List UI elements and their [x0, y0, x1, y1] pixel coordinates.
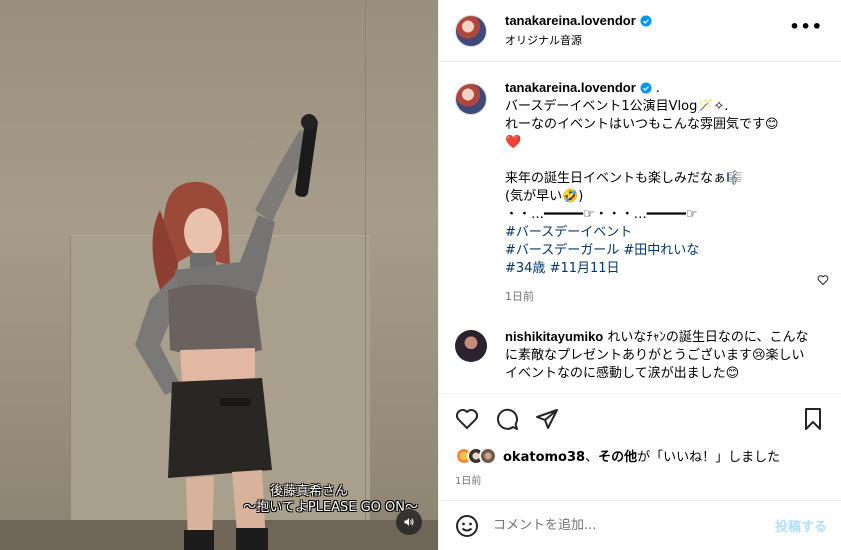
author-avatar[interactable] [455, 14, 487, 47]
comment-composer: 投稿する [439, 500, 841, 550]
caption-avatar[interactable] [455, 83, 487, 115]
caption-username-text[interactable]: tanakareina.lovendor [505, 79, 636, 97]
post-sidebar: tanakareina.lovendor オリジナル音源 ••• tanakar… [438, 0, 841, 550]
hashtag-link[interactable]: #バースデーイベント [505, 224, 779, 242]
verified-icon [640, 82, 652, 94]
subtitle-line-2: 〜抱いてよPLEASE GO ON〜 [243, 500, 418, 515]
liker-username[interactable]: okatomo38 [503, 450, 585, 465]
likes-others-link[interactable]: その他 [598, 450, 637, 465]
hashtag-link[interactable]: #バースデーガール #田中れいな [505, 242, 779, 260]
caption-row: tanakareina.lovendor . バースデーイベント1公演目Vlog… [455, 79, 825, 306]
action-bar: okatomo38、その他が「いいね！」しました 1日前 [439, 393, 841, 499]
caption-suffix: . [655, 81, 660, 96]
video-subtitle: 後藤真希さん 〜抱いてよPLEASE GO ON〜 [0, 484, 418, 516]
caption-time[interactable]: 1日前 [505, 288, 779, 306]
mute-button[interactable] [396, 509, 422, 535]
comment-like-icon[interactable] [817, 274, 829, 286]
performer-figure [135, 114, 318, 550]
more-options-button[interactable]: ••• [789, 19, 823, 35]
save-button[interactable] [801, 407, 825, 431]
caption-line [505, 152, 779, 170]
like-button[interactable] [455, 407, 479, 431]
author-username-text[interactable]: tanakareina.lovendor [505, 13, 636, 28]
mute-icon [404, 518, 414, 526]
author-username[interactable]: tanakareina.lovendor [505, 13, 652, 28]
caption-line: 来年の誕生日イベントも楽しみだなぁ🎼 [505, 171, 743, 186]
bookmark-icon [805, 408, 821, 430]
comment-row: nishikitayumiko れいなﾁｬﾝの誕生日なのに、こんなに素敵なプレゼ… [455, 328, 825, 383]
post-header: tanakareina.lovendor オリジナル音源 ••• [439, 0, 841, 62]
post-video[interactable]: 後藤真希さん 〜抱いてよPLEASE GO ON〜 [0, 0, 438, 550]
share-button[interactable] [535, 407, 559, 431]
verified-icon [640, 15, 652, 26]
commenter-username[interactable]: nishikitayumiko [505, 329, 603, 344]
more-icon: ••• [789, 17, 823, 36]
emoji-icon [456, 514, 478, 537]
comment-button[interactable] [495, 407, 519, 431]
heart-icon [455, 409, 479, 429]
commenter-avatar[interactable] [455, 330, 487, 362]
post-time[interactable]: 1日前 [455, 472, 825, 487]
liker-avatar[interactable] [479, 446, 497, 465]
likes-connector: 、 [585, 450, 599, 465]
caption-line: ❤️ [505, 135, 522, 150]
comment-input[interactable] [493, 518, 775, 533]
caption-line: (気が早い🤣) [505, 189, 584, 204]
emoji-button[interactable] [455, 514, 479, 538]
likes-summary: okatomo38、その他が「いいね！」しました [455, 446, 825, 465]
comment-icon [496, 408, 518, 430]
comments-section: tanakareina.lovendor . バースデーイベント1公演目Vlog… [439, 63, 841, 393]
post-dialog: 後藤真希さん 〜抱いてよPLEASE GO ON〜 tanakareina.lo… [0, 0, 841, 550]
caption-line: れーなのイベントはいつもこんな雰囲気です😊 [505, 117, 779, 132]
caption-line: ・・…━━━━━☞・・・…━━━━━☞ [505, 207, 698, 222]
subtitle-line-1: 後藤真希さん [269, 484, 348, 499]
post-comment-button[interactable]: 投稿する [775, 516, 827, 535]
audio-label[interactable]: オリジナル音源 [505, 32, 652, 48]
caption-username[interactable]: tanakareina.lovendor [505, 79, 652, 97]
caption-line: バースデーイベント1公演目Vlog🪄✧. [505, 99, 729, 114]
likes-suffix: が「いいね！」しました [637, 450, 781, 465]
share-icon [536, 409, 558, 429]
hashtag-link[interactable]: #34歳 #11月11日 [505, 260, 779, 278]
